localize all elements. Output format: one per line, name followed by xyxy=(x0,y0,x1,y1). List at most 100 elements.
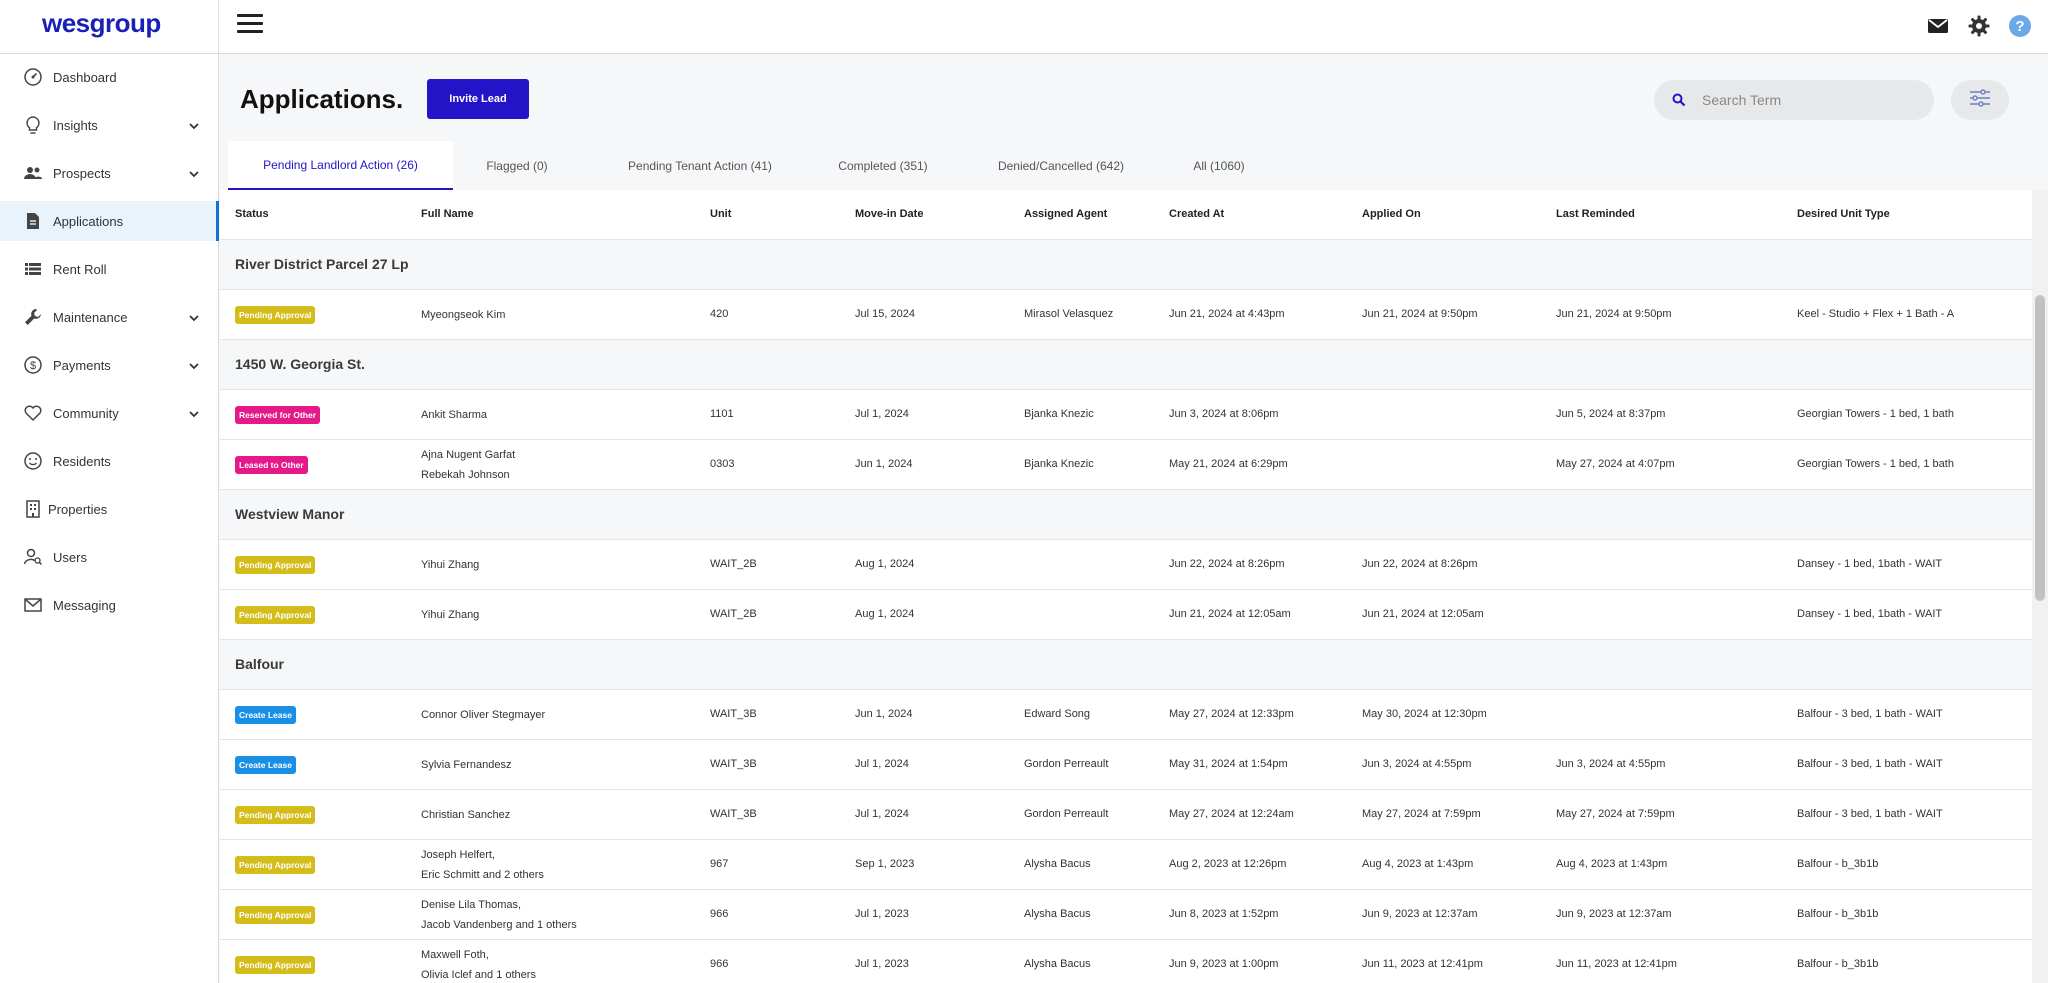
status-badge[interactable]: Pending Approval xyxy=(235,606,316,624)
table-scrollbar[interactable] xyxy=(2032,190,2048,983)
chevron-down-icon[interactable] xyxy=(188,407,200,419)
sidebar-item-prospects[interactable]: Prospects xyxy=(0,153,219,193)
applicant-name: Maxwell Foth, xyxy=(421,949,489,961)
cell-desired-unit-type: Georgian Towers - 1 bed, 1 bath xyxy=(1797,458,1954,470)
cell-last-reminded: May 27, 2024 at 7:59pm xyxy=(1556,808,1675,820)
settings-gear-icon[interactable] xyxy=(1967,14,1991,38)
table-row[interactable]: Pending Approval Maxwell Foth, Olivia Icle… xyxy=(220,940,2032,983)
cell-full-name[interactable]: Ankit Sharma xyxy=(421,405,487,425)
cell-assigned-agent: Alysha Bacus xyxy=(1024,958,1091,970)
cell-applied-on: May 30, 2024 at 12:30pm xyxy=(1362,708,1487,720)
sidebar-item-label: Maintenance xyxy=(53,309,128,325)
cell-unit: 966 xyxy=(710,908,729,920)
status-badge[interactable]: Pending Approval xyxy=(235,806,316,824)
tab-pending-tenant-action[interactable]: Pending Tenant Action (41) xyxy=(600,141,800,191)
cell-full-name[interactable]: Yihui Zhang xyxy=(421,555,479,575)
cell-full-name[interactable]: Sylvia Fernandesz xyxy=(421,755,512,775)
chevron-down-icon[interactable] xyxy=(188,119,200,131)
cell-full-name[interactable]: Christian Sanchez xyxy=(421,805,510,825)
table-row[interactable]: Pending Approval Denise Lila Thomas, Jacob… xyxy=(220,890,2032,940)
sidebar-item-users[interactable]: Users xyxy=(0,537,219,577)
cell-created-at: Jun 21, 2024 at 4:43pm xyxy=(1169,308,1285,320)
cell-applied-on: Jun 11, 2023 at 12:41pm xyxy=(1362,958,1483,970)
tab-pending-landlord-action[interactable]: Pending Landlord Action (26) xyxy=(228,141,453,191)
cell-full-name[interactable]: Joseph Helfert, Eric Schmitt and 2 others xyxy=(421,845,544,885)
applicant-name: Jacob Vandenberg and 1 others xyxy=(421,919,577,931)
cell-full-name[interactable]: Denise Lila Thomas, Jacob Vandenberg and … xyxy=(421,895,577,935)
table-row[interactable]: Pending Approval Myeongseok Kim 420 Jul 15,… xyxy=(220,290,2032,340)
cell-full-name[interactable]: Maxwell Foth, Olivia Iclef and 1 others xyxy=(421,945,536,983)
sidebar-item-insights[interactable]: Insights xyxy=(0,105,219,145)
cell-assigned-agent: Gordon Perreault xyxy=(1024,758,1109,770)
sidebar-item-community[interactable]: Community xyxy=(0,393,219,433)
user-search-icon xyxy=(23,547,43,567)
table-row[interactable]: Create Lease Sylvia Fernandesz WAIT_3B Jul … xyxy=(220,740,2032,790)
search-input[interactable] xyxy=(1702,80,1922,120)
chevron-down-icon[interactable] xyxy=(188,311,200,323)
hamburger-menu-icon[interactable] xyxy=(237,14,263,34)
status-badge[interactable]: Leased to Other xyxy=(235,456,308,474)
sidebar-item-messaging[interactable]: Messaging xyxy=(0,585,219,625)
column-header-assigned-agent[interactable]: Assigned Agent xyxy=(1024,208,1107,220)
applicant-name: Myeongseok Kim xyxy=(421,309,506,321)
sidebar-item-rent-roll[interactable]: Rent Roll xyxy=(0,249,219,289)
table-row[interactable]: Pending Approval Yihui Zhang WAIT_2B Aug 1,… xyxy=(220,590,2032,640)
chevron-down-icon[interactable] xyxy=(188,359,200,371)
column-header-full-name[interactable]: Full Name xyxy=(421,208,474,220)
chevron-down-icon[interactable] xyxy=(188,167,200,179)
cell-applied-on: May 27, 2024 at 7:59pm xyxy=(1362,808,1481,820)
status-badge[interactable]: Pending Approval xyxy=(235,556,316,574)
sidebar-item-maintenance[interactable]: Maintenance xyxy=(0,297,219,337)
column-header-desired-unit-type[interactable]: Desired Unit Type xyxy=(1797,208,1890,220)
cell-full-name[interactable]: Myeongseok Kim xyxy=(421,305,505,325)
sidebar-item-label: Payments xyxy=(53,357,111,373)
invite-lead-button[interactable]: Invite Lead xyxy=(427,79,529,119)
applicant-name: Ankit Sharma xyxy=(421,409,488,421)
cell-full-name[interactable]: Ajna Nugent Garfat Rebekah Johnson xyxy=(421,445,515,485)
sidebar-item-dashboard[interactable]: Dashboard xyxy=(0,57,219,97)
table-row[interactable]: Pending Approval Joseph Helfert, Eric Schm… xyxy=(220,840,2032,890)
cell-full-name[interactable]: Connor Oliver Stegmayer xyxy=(421,705,545,725)
cell-last-reminded: Jun 5, 2024 at 8:37pm xyxy=(1556,408,1666,420)
sidebar-item-residents[interactable]: Residents xyxy=(0,441,219,481)
cell-full-name[interactable]: Yihui Zhang xyxy=(421,605,479,625)
status-badge[interactable]: Pending Approval xyxy=(235,906,316,924)
status-badge[interactable]: Create Lease xyxy=(235,756,296,774)
table-row[interactable]: Reserved for Other Ankit Sharma 1101 Jul 1,… xyxy=(220,390,2032,440)
status-badge[interactable]: Reserved for Other xyxy=(235,406,320,424)
sidebar-item-properties[interactable]: Properties xyxy=(0,489,219,529)
column-header-created-at[interactable]: Created At xyxy=(1169,208,1224,220)
column-header-applied-on[interactable]: Applied On xyxy=(1362,208,1421,220)
property-group-title: Balfour xyxy=(235,656,284,672)
brand-logo[interactable]: wesgroup xyxy=(42,8,161,39)
column-header-last-reminded[interactable]: Last Reminded xyxy=(1556,208,1635,220)
scrollbar-thumb[interactable] xyxy=(2035,295,2045,601)
status-badge[interactable]: Pending Approval xyxy=(235,306,316,324)
sidebar-item-label: Community xyxy=(53,405,119,421)
cell-move-in-date: Jun 1, 2024 xyxy=(855,708,913,720)
tab-denied-cancelled[interactable]: Denied/Cancelled (642) xyxy=(966,141,1156,191)
tab-all[interactable]: All (1060) xyxy=(1164,141,1274,191)
help-icon[interactable]: ? xyxy=(2008,14,2032,38)
sidebar-item-payments[interactable]: $ Payments xyxy=(0,345,219,385)
cell-desired-unit-type: Georgian Towers - 1 bed, 1 bath xyxy=(1797,408,1954,420)
table-row[interactable]: Create Lease Connor Oliver Stegmayer WAIT_… xyxy=(220,690,2032,740)
filter-button[interactable] xyxy=(1951,80,2009,120)
status-badge[interactable]: Create Lease xyxy=(235,706,296,724)
mail-icon[interactable] xyxy=(1926,14,1950,38)
status-badge[interactable]: Pending Approval xyxy=(235,956,316,974)
table-row[interactable]: Leased to Other Ajna Nugent Garfat Rebekah… xyxy=(220,440,2032,490)
sidebar-item-label: Residents xyxy=(53,453,111,469)
column-header-unit[interactable]: Unit xyxy=(710,208,731,220)
applicant-name: Yihui Zhang xyxy=(421,609,480,621)
sidebar-item-applications[interactable]: Applications xyxy=(0,201,219,241)
sidebar-item-label: Messaging xyxy=(53,597,116,613)
table-row[interactable]: Pending Approval Christian Sanchez WAIT_3B… xyxy=(220,790,2032,840)
status-badge[interactable]: Pending Approval xyxy=(235,856,316,874)
column-header-status[interactable]: Status xyxy=(235,208,269,220)
tab-completed[interactable]: Completed (351) xyxy=(816,141,950,191)
cell-unit: WAIT_3B xyxy=(710,758,757,770)
tab-flagged[interactable]: Flagged (0) xyxy=(462,141,572,191)
column-header-move-in-date[interactable]: Move-in Date xyxy=(855,208,923,220)
table-row[interactable]: Pending Approval Yihui Zhang WAIT_2B Aug 1,… xyxy=(220,540,2032,590)
